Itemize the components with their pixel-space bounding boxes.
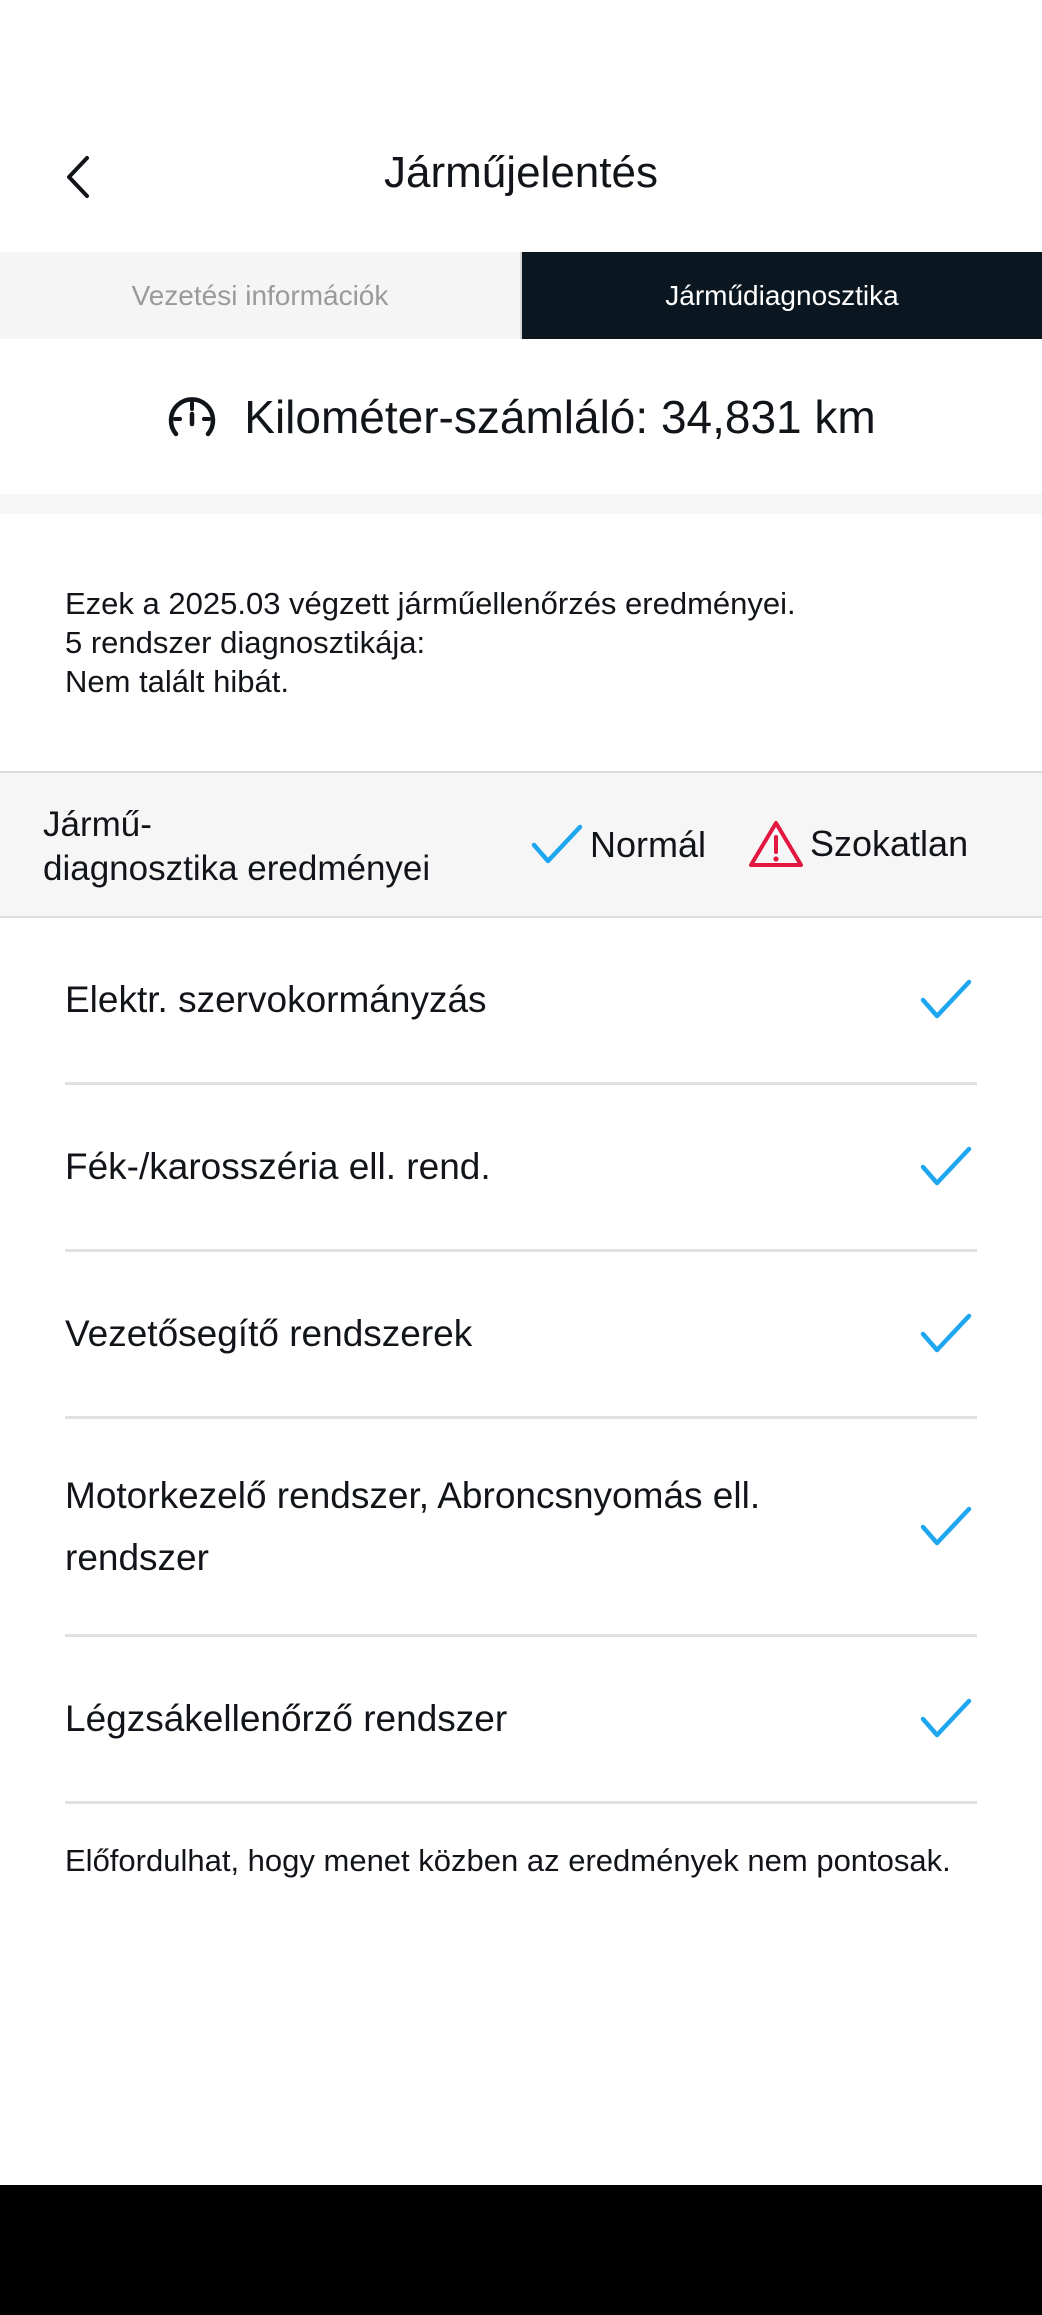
diagnostic-results-list: Elektr. szervokormányzás Fék-/karosszéri… [65,918,977,1804]
system-name: Vezetősegítő rendszerek [65,1313,473,1354]
odometer-reading: Kilométer-számláló: 34,831 km [244,390,876,443]
summary-line-result: Nem talált hibát. [65,664,289,699]
diagnostic-summary: Ezek a 2025.03 végzett járműellenőrzés e… [65,584,995,701]
summary-line-systems: 5 rendszer diagnosztikája: [65,625,426,660]
tab-bar: Vezetési információk Járműdiagnosztika [0,252,1042,339]
list-item: Légzsákellenőrző rendszer [65,1637,977,1804]
tab-driving-info[interactable]: Vezetési információk [0,252,522,339]
legend-unusual-label: Szokatlan [810,823,969,864]
check-icon [920,979,972,1019]
accuracy-disclaimer: Előfordulhat, hogy menet közben az eredm… [65,1843,951,1878]
list-item: Fék-/karosszéria ell. rend. [65,1085,977,1252]
results-title-line1: Jármű- [43,805,152,844]
legend-normal-label: Normál [590,824,707,865]
check-icon [920,1146,972,1186]
page-title: Járműjelentés [384,148,658,197]
results-title: Jármű- diagnosztika eredményei [43,803,430,891]
results-title-line2: diagnosztika eredményei [43,849,431,888]
system-name: Motorkezelő rendszer, Abroncsnyomás ell.… [65,1474,761,1578]
odometer-section: Kilométer-számláló: 34,831 km [0,339,1042,494]
legend-unusual: Szokatlan [748,819,968,869]
legend-normal: Normál [530,823,706,867]
summary-line-date: Ezek a 2025.03 végzett járműellenőrzés e… [65,586,796,621]
system-navigation-bar [0,2185,1042,2315]
app-header: Járműjelentés [0,0,1042,252]
tab-vehicle-diagnostics[interactable]: Járműdiagnosztika [522,252,1042,339]
system-name: Fék-/karosszéria ell. rend. [65,1146,491,1187]
check-icon [920,1313,972,1353]
speedometer-icon [169,396,216,436]
system-name: Légzsákellenőrző rendszer [65,1698,508,1739]
list-item: Motorkezelő rendszer, Abroncsnyomás ell.… [65,1419,977,1637]
check-icon [920,1506,972,1545]
check-icon [920,1698,972,1738]
results-legend-header: Jármű- diagnosztika eredményei Normál Sz… [0,771,1042,918]
system-name: Elektr. szervokormányzás [65,979,487,1020]
check-icon [531,824,583,864]
list-item: Vezetősegítő rendszerek [65,1252,977,1419]
section-divider [0,494,1042,514]
warning-triangle-icon [749,821,803,867]
list-item: Elektr. szervokormányzás [65,918,977,1085]
